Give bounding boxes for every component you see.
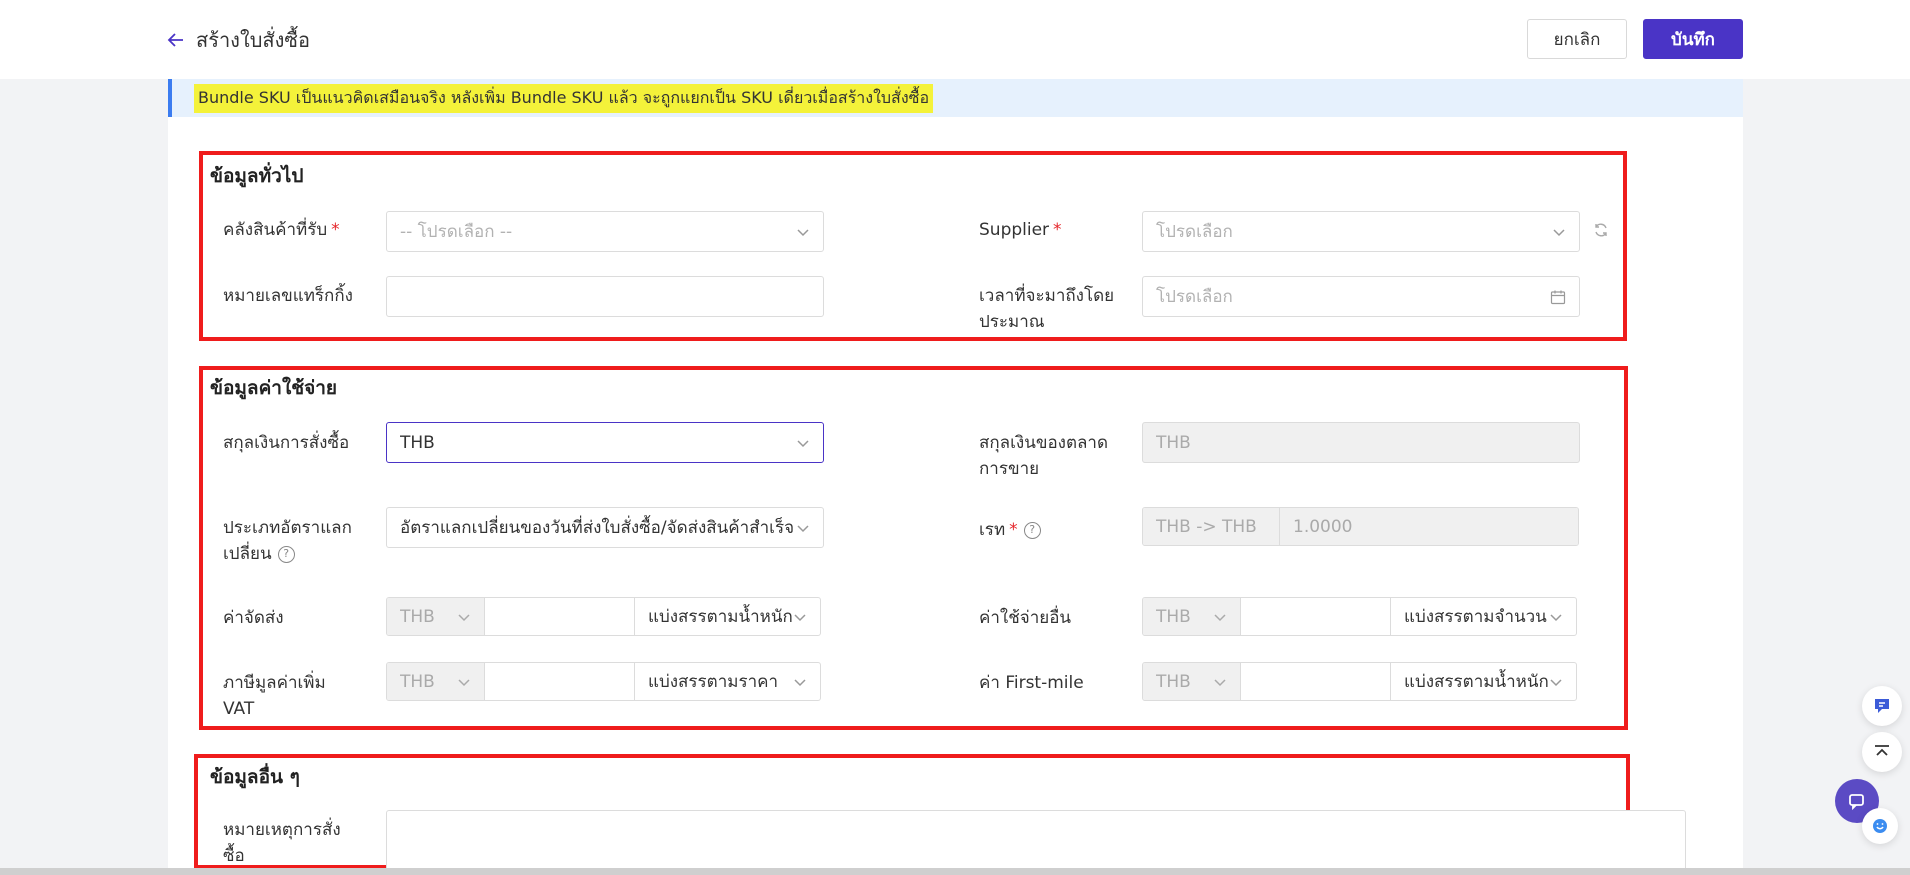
firstmile-label: ค่า First-mile <box>979 673 1084 693</box>
firstmile-split-select[interactable]: แบ่งสรรตามน้ำหนัก <box>1391 663 1576 700</box>
chevron-down-icon <box>458 678 470 686</box>
chat-icon <box>1849 794 1864 811</box>
bottom-scrollbar[interactable] <box>0 868 1910 875</box>
vat-currency-select[interactable]: THB <box>387 663 485 700</box>
assistant-button[interactable] <box>1862 808 1898 844</box>
rate-field-group: THB -> THB 1.0000 <box>1142 507 1579 546</box>
back-button[interactable]: สร้างใบสั่งซื้อ <box>166 24 310 56</box>
chevron-down-icon <box>794 678 806 686</box>
refresh-icon[interactable] <box>1593 222 1609 238</box>
tracking-input[interactable] <box>386 276 824 317</box>
feedback-button[interactable] <box>1862 686 1902 726</box>
cancel-button[interactable]: ยกเลิก <box>1527 19 1627 59</box>
chevron-down-icon <box>797 524 809 532</box>
back-to-top-icon <box>1875 745 1889 756</box>
warehouse-select[interactable]: -- โปรดเลือก -- <box>386 211 824 252</box>
smile-icon <box>1873 819 1887 833</box>
chevron-down-icon <box>797 228 809 236</box>
page-header: สร้างใบสั่งซื้อ ยกเลิก บันทึก <box>0 0 1910 79</box>
chevron-down-icon <box>1550 678 1562 686</box>
section-title-general: ข้อมูลทั่วไป <box>210 165 304 187</box>
save-button[interactable]: บันทึก <box>1643 19 1743 59</box>
chevron-down-icon <box>458 613 470 621</box>
market-currency-field: THB <box>1142 422 1580 463</box>
firstmile-amount-input[interactable] <box>1241 663 1391 700</box>
feedback-icon <box>1875 699 1889 713</box>
section-title-other: ข้อมูลอื่น ๆ <box>210 766 300 788</box>
page-title: สร้างใบสั่งซื้อ <box>196 28 310 52</box>
other-cost-field-group: THB แบ่งสรรตามจำนวน <box>1142 597 1577 636</box>
calendar-icon <box>1550 290 1566 304</box>
order-note-textarea[interactable] <box>386 810 1686 872</box>
rate-type-label: ประเภทอัตราแลก เปลี่ยน? <box>223 518 352 564</box>
rate-type-select[interactable]: อัตราแลกเปลี่ยนของวันที่ส่งใบสั่งซื้อ/จั… <box>386 507 824 548</box>
vat-label: ภาษีมูลค่าเพิ่ม VAT <box>223 673 326 719</box>
shipping-label: ค่าจัดส่ง <box>223 608 284 628</box>
order-note-label: หมายเหตุการสั่ง ซื้อ <box>223 820 341 866</box>
eta-date-picker[interactable]: โปรดเลือก <box>1142 276 1580 317</box>
section-title-cost: ข้อมูลค่าใช้จ่าย <box>210 377 338 399</box>
back-to-top-button[interactable] <box>1862 732 1902 772</box>
chevron-down-icon <box>797 439 809 447</box>
shipping-field-group: THB แบ่งสรรตามน้ำหนัก <box>386 597 821 636</box>
tracking-label: หมายเลขแทร็กกิ้ง <box>223 286 353 306</box>
help-icon[interactable]: ? <box>1023 521 1041 539</box>
chevron-down-icon <box>1550 613 1562 621</box>
chevron-down-icon <box>1553 228 1565 236</box>
supplier-label: Supplier * <box>979 220 1062 240</box>
rate-value: 1.0000 <box>1280 508 1578 545</box>
other-currency-select[interactable]: THB <box>1143 598 1241 635</box>
shipping-amount-input[interactable] <box>485 598 635 635</box>
vat-split-select[interactable]: แบ่งสรรตามราคา <box>635 663 820 700</box>
rate-label: เรท *? <box>979 517 1041 543</box>
firstmile-currency-select[interactable]: THB <box>1143 663 1241 700</box>
market-currency-label: สกุลเงินของตลาด การขาย <box>979 433 1108 479</box>
rate-pair: THB -> THB <box>1143 508 1280 545</box>
notice-text: Bundle SKU เป็นแนวคิดเสมือนจริง หลังเพิ่… <box>194 84 934 113</box>
eta-label: เวลาที่จะมาถึงโดย ประมาณ <box>979 286 1115 332</box>
chevron-down-icon <box>794 613 806 621</box>
order-currency-label: สกุลเงินการสั่งซื้อ <box>223 433 350 453</box>
other-amount-input[interactable] <box>1241 598 1391 635</box>
chevron-down-icon <box>1214 613 1226 621</box>
supplier-select[interactable]: โปรดเลือก <box>1142 211 1580 252</box>
help-icon[interactable]: ? <box>277 545 295 563</box>
other-split-select[interactable]: แบ่งสรรตามจำนวน <box>1391 598 1576 635</box>
vat-amount-input[interactable] <box>485 663 635 700</box>
chevron-down-icon <box>1214 678 1226 686</box>
order-currency-select[interactable]: THB <box>386 422 824 463</box>
arrow-left-icon <box>167 33 183 47</box>
firstmile-field-group: THB แบ่งสรรตามน้ำหนัก <box>1142 662 1577 701</box>
other-cost-label: ค่าใช้จ่ายอื่น <box>979 608 1072 628</box>
vat-field-group: THB แบ่งสรรตามราคา <box>386 662 821 701</box>
bundle-sku-notice: Bundle SKU เป็นแนวคิดเสมือนจริง หลังเพิ่… <box>168 79 1743 117</box>
warehouse-label: คลังสินค้าที่รับ * <box>223 220 340 240</box>
shipping-split-select[interactable]: แบ่งสรรตามน้ำหนัก <box>635 598 820 635</box>
shipping-currency-select[interactable]: THB <box>387 598 485 635</box>
